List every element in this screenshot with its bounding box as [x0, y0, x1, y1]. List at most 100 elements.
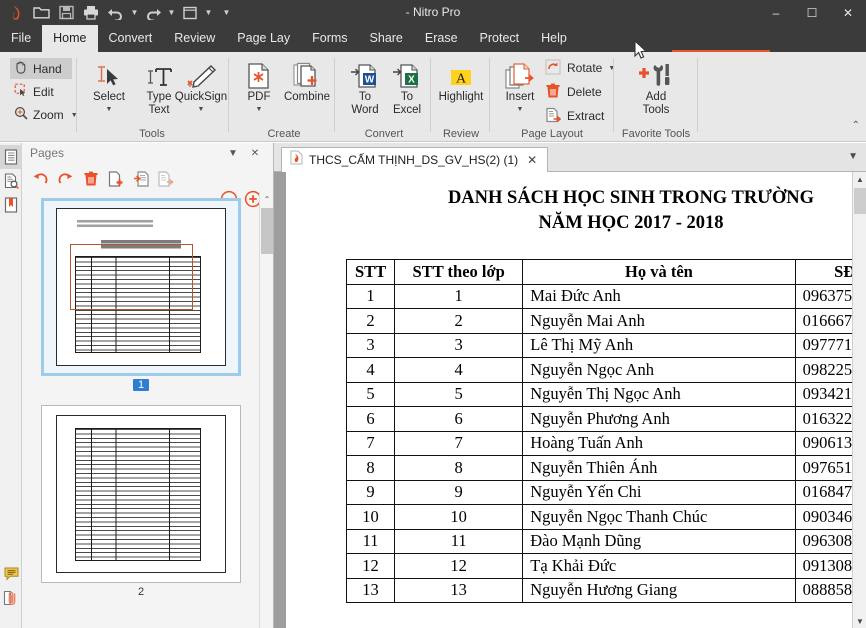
svg-text:W: W: [365, 75, 375, 86]
delete-pages-button[interactable]: Delete: [545, 80, 615, 104]
document-tab-close-button[interactable]: ✕: [524, 153, 540, 167]
tab-review[interactable]: Review: [163, 25, 226, 52]
pages-scroll-up-arrow[interactable]: ⌃: [260, 192, 274, 206]
viewport-indicator[interactable]: [70, 244, 194, 310]
to-excel-button[interactable]: X To Excel: [380, 58, 434, 120]
rotate-right-button[interactable]: [55, 168, 76, 189]
select-button[interactable]: Select ▼: [82, 58, 136, 120]
collapse-ribbon-button[interactable]: ⌃: [852, 120, 860, 131]
page-thumbnail-list[interactable]: 1 2: [22, 192, 260, 628]
table-row: 1 1 Mai Đức Anh 096375: [345, 283, 866, 309]
tab-convert[interactable]: Convert: [98, 25, 164, 52]
ribbon-group-label-favorite-tools: Favorite Tools: [621, 128, 691, 140]
customize-dropdown-caret[interactable]: ▼: [203, 2, 214, 24]
cell-name: Đào Mạnh Dũng: [522, 528, 796, 554]
document-tab[interactable]: THCS_CẤM THỊNH_DS_GV_HS(2) (1) ✕: [281, 147, 549, 172]
hand-tool-label: Hand: [33, 61, 62, 76]
close-button[interactable]: ✕: [830, 0, 866, 25]
svg-text:A: A: [456, 72, 467, 87]
tab-home[interactable]: Home: [42, 25, 98, 52]
tab-page-layout[interactable]: Page Lay: [226, 25, 301, 52]
cell-name: Nguyễn Mai Anh: [522, 308, 796, 334]
more-commands-caret[interactable]: ▼: [221, 2, 232, 24]
combine-button[interactable]: Combine: [278, 58, 336, 120]
bookmarks-icon[interactable]: [0, 193, 22, 217]
column-header-stt-theo-lop: STT theo lớp: [394, 259, 524, 285]
maximize-button[interactable]: ☐: [794, 0, 830, 25]
create-pdf-label: PDF: [247, 91, 271, 103]
pages-panel-close-button[interactable]: ✕: [246, 145, 264, 162]
tab-share[interactable]: Share: [359, 25, 414, 52]
rotate-left-button[interactable]: [30, 168, 51, 189]
save-icon[interactable]: [54, 2, 78, 24]
select-dropdown-caret[interactable]: ▼: [106, 106, 113, 113]
open-icon[interactable]: [29, 2, 53, 24]
extract-pages-button[interactable]: Extract: [545, 104, 615, 128]
ribbon: Hand Edit Zoom ▼ Select ▼ Type Text Quic…: [0, 52, 866, 142]
zoom-tool-label: Zoom: [33, 107, 64, 122]
nitro-logo-icon[interactable]: [4, 2, 28, 24]
tab-file[interactable]: File: [0, 25, 42, 52]
find-icon[interactable]: [0, 169, 22, 193]
edit-tool-button[interactable]: Edit: [10, 81, 72, 102]
document-scroll-thumb[interactable]: [854, 188, 866, 214]
cell-stt-lop: 12: [394, 553, 524, 579]
to-word-label: To Word: [351, 91, 379, 116]
cell-stt-lop: 6: [394, 406, 524, 432]
pages-panel-icon[interactable]: [0, 145, 22, 169]
extract-page-button[interactable]: [130, 168, 151, 189]
pages-panel-scrollbar[interactable]: ⌃: [259, 192, 273, 628]
page-thumbnail-preview: [56, 415, 226, 573]
redo-icon[interactable]: [141, 2, 165, 24]
document-viewer[interactable]: DANH SÁCH HỌC SINH TRONG TRƯỜNG NĂM HỌC …: [274, 172, 866, 628]
tab-forms[interactable]: Forms: [301, 25, 358, 52]
document-scroll-down-arrow[interactable]: ▼: [853, 614, 866, 628]
add-tools-button[interactable]: Add Tools: [629, 58, 683, 120]
edit-tool-label: Edit: [33, 84, 54, 99]
quicksign-dropdown-caret[interactable]: ▼: [198, 106, 205, 113]
cell-name: Nguyễn Hương Giang: [522, 577, 796, 603]
pages-panel-title: Pages: [30, 146, 65, 160]
hand-tool-button[interactable]: Hand: [10, 58, 72, 79]
print-icon[interactable]: [79, 2, 103, 24]
cell-stt-lop: 3: [394, 332, 524, 358]
export-page-button[interactable]: [155, 168, 176, 189]
undo-icon[interactable]: [104, 2, 128, 24]
edit-icon: [14, 83, 28, 100]
comments-icon[interactable]: [0, 561, 22, 585]
zoom-tool-button[interactable]: Zoom ▼: [10, 104, 78, 125]
undo-dropdown-caret[interactable]: ▼: [129, 2, 140, 24]
type-text-label: Type Text: [146, 91, 172, 116]
page-thumbnail-1[interactable]: 1: [41, 198, 241, 391]
ribbon-group-label-tools: Tools: [139, 128, 165, 140]
quicksign-button[interactable]: QuickSign ▼: [172, 58, 230, 120]
tab-help[interactable]: Help: [530, 25, 578, 52]
tab-protect[interactable]: Protect: [469, 25, 531, 52]
cell-stt: 9: [345, 479, 396, 505]
pages-scroll-thumb[interactable]: [261, 208, 273, 254]
cell-name: Tạ Khải Đức: [522, 553, 796, 579]
tab-overflow-caret[interactable]: ▼: [848, 151, 858, 162]
page-thumbnail-2[interactable]: 2: [41, 405, 241, 598]
document-title-block: DANH SÁCH HỌC SINH TRONG TRƯỜNG NĂM HỌC …: [286, 186, 866, 236]
cell-stt-lop: 9: [394, 479, 524, 505]
redo-dropdown-caret[interactable]: ▼: [166, 2, 177, 24]
pages-panel-menu-caret[interactable]: ▼: [224, 145, 242, 162]
minimize-button[interactable]: –: [758, 0, 794, 25]
delete-label: Delete: [567, 85, 602, 99]
document-scroll-up-arrow[interactable]: ▲: [853, 172, 866, 186]
document-scrollbar[interactable]: ▲ ▼: [852, 172, 866, 628]
zoom-icon: [14, 106, 28, 123]
customize-icon[interactable]: [178, 2, 202, 24]
rotate-pages-button[interactable]: Rotate ▼: [545, 56, 615, 80]
highlight-button[interactable]: A Highlight: [434, 58, 488, 120]
insert-pages-button[interactable]: Insert ▼: [493, 58, 547, 120]
delete-page-button[interactable]: [80, 168, 101, 189]
insert-page-button[interactable]: [105, 168, 126, 189]
attachments-icon[interactable]: [0, 586, 22, 610]
cell-stt-lop: 7: [394, 430, 524, 456]
tab-erase[interactable]: Erase: [414, 25, 469, 52]
insert-pages-dropdown-caret[interactable]: ▼: [517, 106, 524, 113]
rotate-label: Rotate: [567, 61, 603, 75]
create-pdf-dropdown-caret[interactable]: ▼: [256, 106, 263, 113]
